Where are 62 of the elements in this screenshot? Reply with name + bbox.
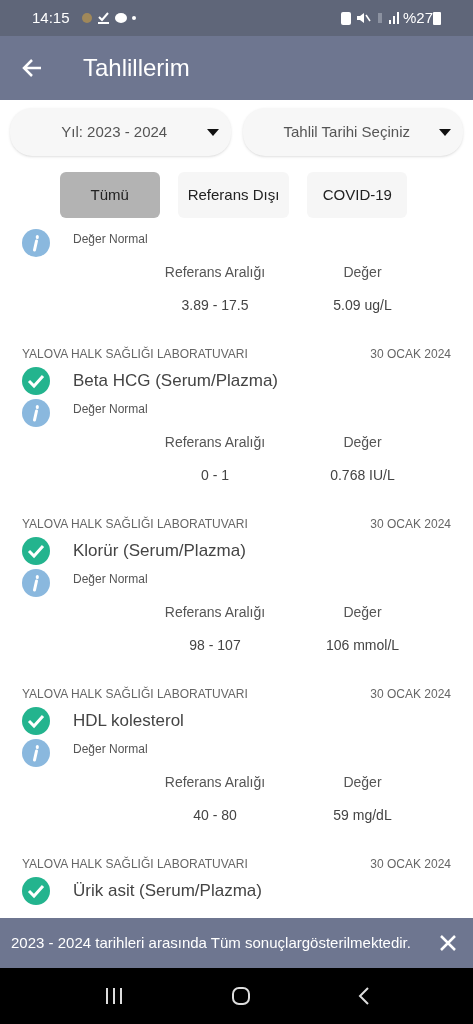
info-icon [22,229,50,257]
reference-range: 40 - 80 [192,805,238,825]
result-date: 30 OCAK 2024 [370,686,451,703]
result-value: 0.768 IU/L [329,465,396,485]
test-name: HDL kolesterol [73,710,184,733]
recent-apps-icon[interactable] [103,987,124,1005]
test-name: Beta HCG (Serum/Plazma) [73,370,278,393]
test-name: Klorür (Serum/Plazma) [73,540,246,563]
result-value: 59 mg/dL [332,805,393,825]
info-icon [22,739,50,767]
home-icon[interactable] [230,986,251,1006]
dropdown-caret-icon [206,128,219,136]
snackbar-message: 2023 - 2024 tarihleri arasında Tüm sonuçlargösterilmektedir. [11,932,412,953]
filter-tab[interactable]: Referans Dışı [177,172,290,218]
battery-icon [433,11,441,25]
reference-range: 0 - 1 [200,465,230,485]
result-date: 30 OCAK 2024 [370,856,451,873]
status-text: Değer Normal [73,401,148,418]
column-header: Değer [342,432,383,452]
reference-range: 3.89 - 17.5 [180,295,250,315]
column-header: Referans Aralığı [163,602,267,622]
result-value: 106 mmol/L [324,635,401,655]
dropdown-caret-icon [439,128,451,136]
lab-name: YALOVA HALK SAĞLIĞI LABORATUVARI [22,515,248,533]
result-value: 5.09 ug/L [332,295,393,315]
status-text: Değer Normal [73,571,148,588]
lab-name: YALOVA HALK SAĞLIĞI LABORATUVARI [22,345,248,363]
test-name: Ürik asit (Serum/Plazma) [73,880,262,903]
column-header: Referans Aralığı [163,262,267,282]
reference-range: 98 - 107 [188,635,242,655]
chat-bubble-icon [114,12,127,24]
column-header: Değer [342,772,383,792]
info-icon [22,569,50,597]
data-icon [376,12,383,24]
result-date: 30 OCAK 2024 [370,516,451,533]
status-text: Değer Normal [73,231,148,248]
mute-icon [356,12,371,24]
status-time: 14:15 [32,7,70,28]
column-header: Değer [342,262,383,282]
check-icon [96,12,110,24]
screen-title: Tahlillerim [83,53,190,83]
close-button[interactable] [439,934,457,952]
back-icon[interactable] [357,986,370,1006]
battery-percentage: %27 [402,7,433,28]
filter-tab[interactable]: Tümü [59,172,160,218]
dropdown[interactable]: Tahlil Tarihi Seçiniz [242,108,463,156]
result-date: 30 OCAK 2024 [370,346,451,363]
filter-tab[interactable]: COVID-19 [307,172,408,218]
lab-name: YALOVA HALK SAĞLIĞI LABORATUVARI [22,855,248,873]
close-icon [439,934,457,952]
info-icon [22,399,50,427]
column-header: Referans Aralığı [163,772,267,792]
status-text: Değer Normal [73,741,148,758]
dropdown[interactable]: Yıl: 2023 - 2024 [10,108,231,156]
column-header: Değer [342,602,383,622]
back-arrow-icon [21,58,43,78]
signal-icon [388,12,399,24]
app-notification-icon [81,13,92,23]
dot-icon [131,16,136,20]
column-header: Referans Aralığı [163,432,267,452]
lab-name: YALOVA HALK SAĞLIĞI LABORATUVARI [22,685,248,703]
battery-saver-icon [340,11,351,25]
